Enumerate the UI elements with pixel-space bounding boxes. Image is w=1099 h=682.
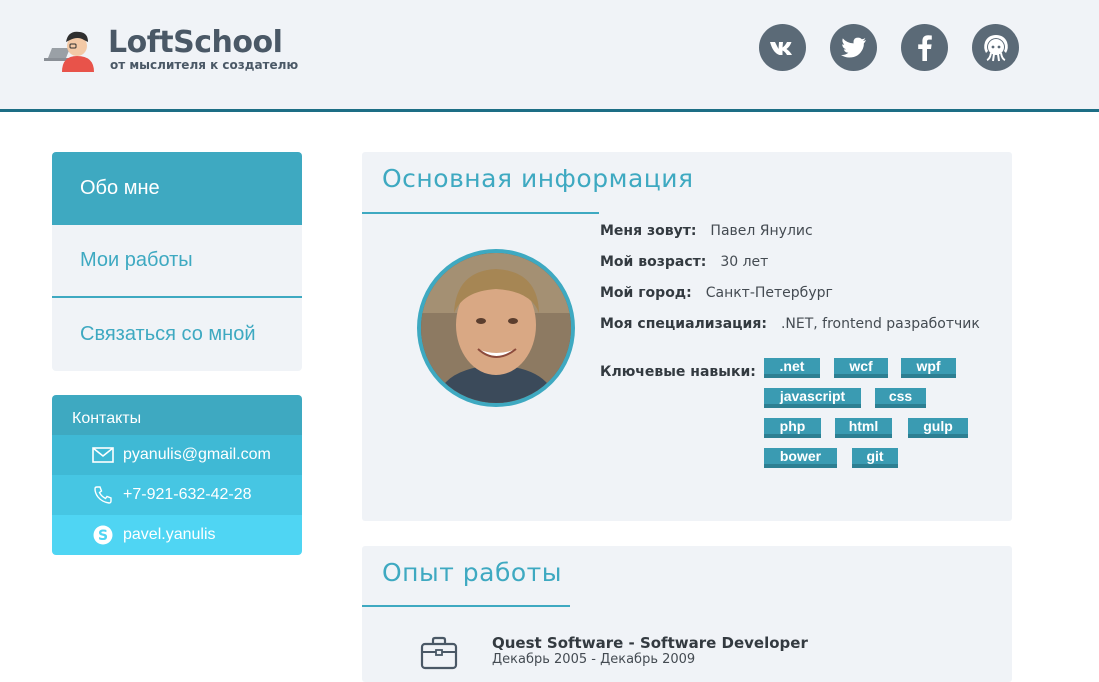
main-info-panel: Основная информация Меня зовут: Павел Яну… — [362, 152, 1012, 521]
nav-item-about[interactable]: Обо мне — [52, 152, 302, 225]
briefcase-icon — [420, 636, 458, 670]
site-header: LoftSchool от мыслителя к создателю — [0, 0, 1099, 112]
experience-item-dates: Декабрь 2005 - Декабрь 2009 — [492, 652, 696, 667]
phone-icon — [92, 484, 114, 506]
twitter-link[interactable] — [830, 24, 877, 71]
info-spec-row: Моя специализация: .NET, frontend разрабо… — [600, 316, 980, 332]
skill-tag: wcf — [834, 358, 888, 378]
skills-label: Ключевые навыки: — [600, 364, 756, 380]
skill-tag: bower — [764, 448, 837, 468]
github-link[interactable] — [972, 24, 1019, 71]
mail-icon — [92, 444, 114, 466]
skill-tag: css — [875, 388, 926, 408]
contacts-title: Контакты — [52, 395, 302, 435]
logo-mascot-icon — [44, 31, 94, 72]
contact-skype[interactable]: S pavel.yanulis — [52, 515, 302, 555]
info-spec-label: Моя специализация: — [600, 316, 767, 332]
nav-item-contact[interactable]: Связаться со мной — [52, 298, 302, 371]
avatar-photo — [421, 253, 571, 403]
main-info-title: Основная информация — [382, 164, 694, 193]
logo[interactable]: LoftSchool от мыслителя к создателю — [44, 26, 304, 76]
contact-skype-text: pavel.yanulis — [123, 526, 216, 543]
skype-icon: S — [92, 524, 114, 546]
experience-title: Опыт работы — [382, 558, 562, 587]
info-name-label: Меня зовут: — [600, 223, 697, 239]
contact-email[interactable]: pyanulis@gmail.com — [52, 435, 302, 475]
info-city-label: Мой город: — [600, 285, 692, 301]
experience-panel: Опыт работы Quest Software - Software De… — [362, 546, 1012, 682]
title-underline — [362, 605, 570, 607]
info-name-row: Меня зовут: Павел Янулис — [600, 223, 813, 239]
info-name-value: Павел Янулис — [710, 223, 813, 239]
logo-title: LoftSchool — [108, 25, 283, 60]
info-city-row: Мой город: Санкт-Петербург — [600, 285, 833, 301]
avatar — [417, 249, 575, 407]
vk-icon — [769, 41, 792, 55]
skill-tag: wpf — [901, 358, 956, 378]
skill-tag: .net — [764, 358, 820, 378]
twitter-icon — [840, 37, 866, 57]
info-age-row: Мой возраст: 30 лет — [600, 254, 768, 270]
svg-text:S: S — [98, 528, 108, 544]
sidebar-nav: Обо мне Мои работы Связаться со мной — [52, 152, 302, 371]
contacts-block: Контакты pyanulis@gmail.com +7-921-632-4… — [52, 395, 302, 555]
contact-email-text: pyanulis@gmail.com — [123, 446, 271, 463]
logo-subtitle: от мыслителя к создателю — [110, 58, 299, 72]
github-icon — [983, 34, 1008, 61]
contact-phone[interactable]: +7-921-632-42-28 — [52, 475, 302, 515]
vk-link[interactable] — [759, 24, 806, 71]
facebook-icon — [917, 34, 932, 61]
skill-tag: html — [835, 418, 892, 438]
info-city-value: Санкт-Петербург — [705, 285, 833, 301]
info-spec-value: .NET, frontend разработчик — [780, 316, 980, 332]
experience-item-title: Quest Software - Software Developer — [492, 634, 808, 652]
skill-tag: php — [764, 418, 821, 438]
skill-tag: gulp — [908, 418, 968, 438]
info-age-label: Мой возраст: — [600, 254, 707, 270]
skill-tag: git — [852, 448, 898, 468]
title-underline — [362, 212, 599, 214]
info-age-value: 30 лет — [720, 254, 769, 270]
facebook-link[interactable] — [901, 24, 948, 71]
contact-phone-text: +7-921-632-42-28 — [123, 486, 252, 503]
skill-tag: javascript — [764, 388, 861, 408]
nav-item-works[interactable]: Мои работы — [52, 225, 302, 298]
